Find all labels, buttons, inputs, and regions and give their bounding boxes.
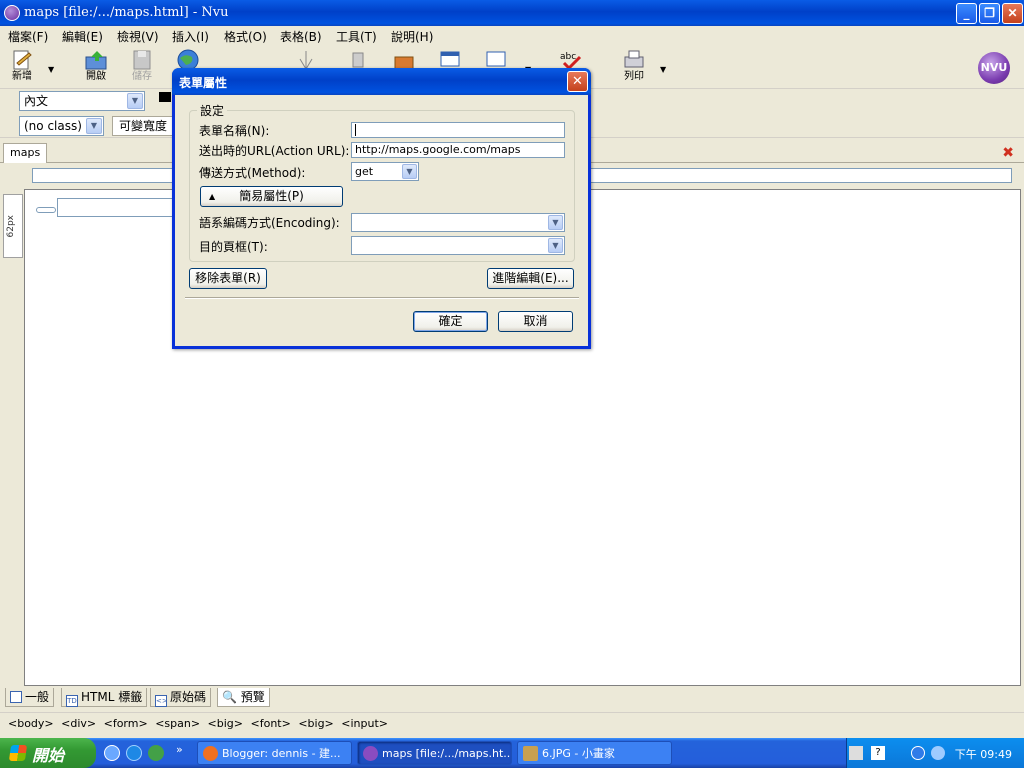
- quicklaunch-desktop-icon[interactable]: [104, 745, 120, 761]
- remove-form-button[interactable]: 移除表單(R): [189, 268, 267, 289]
- method-select[interactable]: get ▼: [351, 162, 419, 181]
- save-button[interactable]: 儲存: [122, 47, 162, 87]
- chevron-down-icon: ▼: [127, 93, 143, 109]
- taskbar: 開始 » Blogger: dennis - 建... maps [file:/…: [0, 738, 1024, 768]
- keyboard-icon[interactable]: [849, 746, 863, 760]
- nvu-icon: [363, 746, 378, 761]
- menu-format[interactable]: 格式(O): [224, 28, 267, 45]
- paragraph-style-value: 內文: [24, 94, 49, 108]
- tab-preview[interactable]: 🔍 預覽: [217, 688, 270, 707]
- settings-group-label: 設定: [197, 102, 228, 119]
- triangle-up-icon: ▲: [209, 192, 216, 201]
- cancel-button[interactable]: 取消: [498, 311, 573, 332]
- menu-view[interactable]: 檢視(V): [117, 28, 159, 45]
- encoding-label: 語系編碼方式(Encoding):: [199, 216, 340, 230]
- target-frame-select[interactable]: ▼: [351, 236, 565, 255]
- source-code-icon: <>: [155, 695, 168, 707]
- chevron-down-icon: ▼: [402, 164, 417, 179]
- clock: 下午 09:49: [954, 748, 1012, 761]
- dialog-title: 表單屬性: [179, 76, 228, 90]
- side-ruler-label: 62px: [6, 215, 16, 238]
- firefox-icon: [203, 746, 218, 761]
- class-select-value: (no class): [24, 119, 82, 133]
- chevron-down-icon: ▼: [548, 215, 563, 230]
- form-properties-dialog: 表單屬性 ✕ 設定 表單名稱(N): 送出時的URL(Action URL): …: [172, 68, 591, 349]
- task-blogger[interactable]: Blogger: dennis - 建...: [197, 741, 352, 765]
- svg-text:abc: abc: [560, 52, 576, 62]
- task-paint[interactable]: 6.JPG - 小畫家: [517, 741, 672, 765]
- form-name-field[interactable]: [351, 122, 565, 138]
- printer-icon: [624, 50, 644, 68]
- variable-width-button[interactable]: 可變寬度: [112, 116, 175, 136]
- quicklaunch-messenger-icon[interactable]: [148, 745, 164, 761]
- quicklaunch-more-icon[interactable]: »: [176, 743, 183, 756]
- edit-mode-tabs: 一般 TD HTML 標籤 <> 原始碼 🔍 預覽: [0, 687, 1024, 709]
- chevron-down-icon: ▼: [548, 238, 563, 253]
- form-text-input[interactable]: [57, 198, 177, 217]
- paragraph-style-select[interactable]: 內文 ▼: [19, 91, 145, 111]
- user-icon[interactable]: [931, 746, 945, 760]
- paint-icon: [523, 746, 538, 761]
- network-icon[interactable]: [891, 746, 905, 760]
- new-document-icon: [13, 50, 32, 70]
- task-nvu-maps[interactable]: maps [file:/.../maps.ht...: [357, 741, 512, 765]
- action-url-field[interactable]: http://maps.google.com/maps: [351, 142, 565, 158]
- encoding-select[interactable]: ▼: [351, 213, 565, 232]
- save-disk-icon: [133, 50, 151, 70]
- target-frame-label: 目的頁框(T):: [199, 240, 268, 254]
- menu-bar: 檔案(F) 編輯(E) 檢視(V) 插入(I) 格式(O) 表格(B) 工具(T…: [0, 26, 1024, 45]
- tab-html-tags[interactable]: TD HTML 標籤: [61, 688, 148, 707]
- window-title: maps [file:/.../maps.html] - Nvu: [24, 5, 229, 20]
- text-caret: [355, 124, 356, 136]
- tab-source[interactable]: <> 原始碼: [150, 688, 212, 707]
- nvu-app-icon: [4, 5, 20, 21]
- tab-normal[interactable]: 一般: [5, 688, 55, 707]
- open-folder-icon: [85, 51, 107, 70]
- tag-breadcrumb[interactable]: <body> <div> <form> <span> <big> <font> …: [8, 717, 388, 730]
- open-button[interactable]: 開啟: [76, 47, 116, 87]
- html-tags-icon: TD: [66, 695, 78, 707]
- start-button[interactable]: 開始: [0, 738, 96, 768]
- menu-help[interactable]: 說明(H): [391, 28, 433, 45]
- menu-edit[interactable]: 編輯(E): [62, 28, 103, 45]
- tray-expand-icon[interactable]: [911, 746, 925, 760]
- restore-button[interactable]: ❐: [979, 3, 1000, 24]
- method-label: 傳送方式(Method):: [199, 166, 306, 180]
- quicklaunch-ie-icon[interactable]: [126, 745, 142, 761]
- dialog-separator: [185, 297, 579, 299]
- dialog-close-button[interactable]: ✕: [567, 71, 588, 92]
- advanced-edit-button[interactable]: 進階編輯(E)...: [487, 268, 574, 289]
- menu-insert[interactable]: 插入(I): [172, 28, 209, 45]
- new-button[interactable]: 新增: [2, 47, 42, 87]
- minimize-button[interactable]: _: [956, 3, 977, 24]
- close-tab-icon[interactable]: ✖: [1002, 145, 1014, 161]
- document-icon: [10, 691, 22, 703]
- magnifier-icon: 🔍: [222, 690, 237, 704]
- nvu-logo: NVU: [978, 52, 1010, 84]
- help-icon[interactable]: ?: [871, 746, 885, 760]
- text-color-swatch[interactable]: [159, 92, 171, 102]
- tab-maps[interactable]: maps: [3, 143, 48, 163]
- print-dropdown-arrow[interactable]: ▼: [660, 65, 666, 74]
- close-window-button[interactable]: ✕: [1002, 3, 1023, 24]
- status-bar: <body> <div> <form> <span> <big> <font> …: [0, 712, 1024, 734]
- dialog-title-bar[interactable]: 表單屬性 ✕: [172, 68, 591, 95]
- menu-tools[interactable]: 工具(T): [336, 28, 377, 45]
- ok-button[interactable]: 確定: [413, 311, 488, 332]
- side-ruler: 62px: [3, 194, 23, 258]
- simple-properties-button[interactable]: ▲ 簡易屬性(P): [200, 186, 343, 207]
- menu-table[interactable]: 表格(B): [280, 28, 322, 45]
- form-marker[interactable]: [36, 207, 56, 213]
- class-select[interactable]: (no class) ▼: [19, 116, 104, 136]
- chevron-down-icon: ▼: [86, 118, 102, 134]
- windows-flag-icon: [8, 745, 28, 761]
- system-tray: ? 下午 09:49: [846, 738, 1024, 768]
- window-title-bar[interactable]: maps [file:/.../maps.html] - Nvu _ ❐ ✕: [0, 0, 1024, 26]
- print-button[interactable]: 列印: [614, 47, 654, 87]
- form-name-label: 表單名稱(N):: [199, 124, 270, 138]
- new-dropdown-arrow[interactable]: ▼: [48, 65, 54, 74]
- menu-file[interactable]: 檔案(F): [8, 28, 48, 45]
- action-url-label: 送出時的URL(Action URL):: [199, 144, 350, 158]
